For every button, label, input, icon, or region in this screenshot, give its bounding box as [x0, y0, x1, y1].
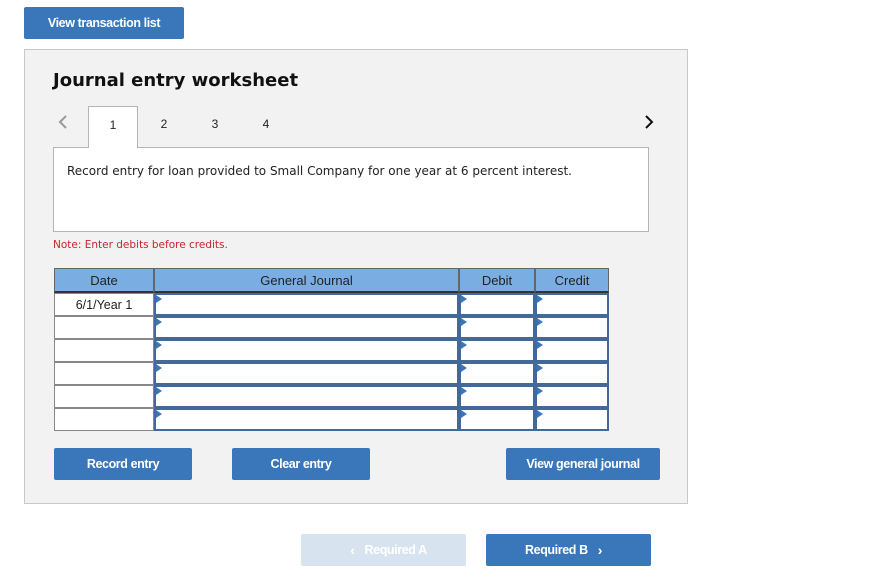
date-cell: [54, 316, 154, 339]
credit-input[interactable]: [535, 362, 609, 385]
required-b-button[interactable]: Required B ›: [486, 534, 651, 566]
tab-3[interactable]: 3: [190, 106, 240, 148]
date-cell: [54, 339, 154, 362]
general-journal-input[interactable]: [154, 316, 459, 339]
general-journal-input[interactable]: [154, 362, 459, 385]
credit-input[interactable]: [535, 408, 609, 431]
chevron-left-icon: [58, 115, 67, 129]
credit-input[interactable]: [535, 339, 609, 362]
debit-input[interactable]: [459, 339, 535, 362]
record-entry-button[interactable]: Record entry: [54, 448, 192, 480]
dropdown-flag-icon: [461, 341, 467, 349]
debit-input[interactable]: [459, 385, 535, 408]
chevron-left-icon: ‹: [350, 542, 355, 558]
dropdown-flag-icon: [461, 318, 467, 326]
general-journal-input[interactable]: [154, 339, 459, 362]
date-cell: [54, 385, 154, 408]
dropdown-flag-icon: [537, 295, 543, 303]
worksheet-title: Journal entry worksheet: [53, 70, 299, 91]
general-journal-input[interactable]: [154, 385, 459, 408]
header-general-journal: General Journal: [154, 268, 459, 293]
view-general-journal-button[interactable]: View general journal: [506, 448, 660, 480]
dropdown-flag-icon: [461, 295, 467, 303]
header-credit: Credit: [535, 268, 609, 293]
chevron-right-icon: ›: [597, 542, 603, 558]
dropdown-flag-icon: [537, 387, 543, 395]
dropdown-flag-icon: [156, 410, 162, 418]
header-date: Date: [54, 268, 154, 293]
tab-1[interactable]: 1: [88, 106, 138, 148]
view-transaction-list-button[interactable]: View transaction list: [24, 7, 184, 39]
dropdown-flag-icon: [537, 364, 543, 372]
entry-prompt: Record entry for loan provided to Small …: [53, 147, 649, 232]
required-b-label: Required B: [525, 543, 588, 557]
dropdown-flag-icon: [537, 318, 543, 326]
dropdown-flag-icon: [156, 295, 162, 303]
tab-next-button[interactable]: [641, 111, 657, 133]
journal-entry-worksheet: Journal entry worksheet 1 2 3 4 Record e…: [24, 49, 688, 504]
debit-input[interactable]: [459, 293, 535, 316]
tab-prev-button[interactable]: [55, 111, 71, 133]
clear-entry-button[interactable]: Clear entry: [232, 448, 370, 480]
dropdown-flag-icon: [461, 410, 467, 418]
chevron-right-icon: [645, 115, 654, 129]
dropdown-flag-icon: [461, 364, 467, 372]
tab-2[interactable]: 2: [139, 106, 189, 148]
dropdown-flag-icon: [156, 364, 162, 372]
debit-input[interactable]: [459, 408, 535, 431]
general-journal-input[interactable]: [154, 293, 459, 316]
dropdown-flag-icon: [537, 410, 543, 418]
credit-input[interactable]: [535, 316, 609, 339]
date-cell: 6/1/Year 1: [54, 293, 154, 316]
credit-input[interactable]: [535, 385, 609, 408]
date-cell: [54, 362, 154, 385]
dropdown-flag-icon: [537, 341, 543, 349]
date-cell: [54, 408, 154, 431]
entry-note: Note: Enter debits before credits.: [53, 239, 228, 251]
tab-4[interactable]: 4: [241, 106, 291, 148]
required-a-button[interactable]: ‹ Required A: [301, 534, 466, 566]
dropdown-flag-icon: [156, 318, 162, 326]
debit-input[interactable]: [459, 362, 535, 385]
dropdown-flag-icon: [156, 387, 162, 395]
header-debit: Debit: [459, 268, 535, 293]
debit-input[interactable]: [459, 316, 535, 339]
credit-input[interactable]: [535, 293, 609, 316]
required-a-label: Required A: [364, 543, 428, 557]
dropdown-flag-icon: [461, 387, 467, 395]
general-journal-input[interactable]: [154, 408, 459, 431]
dropdown-flag-icon: [156, 341, 162, 349]
